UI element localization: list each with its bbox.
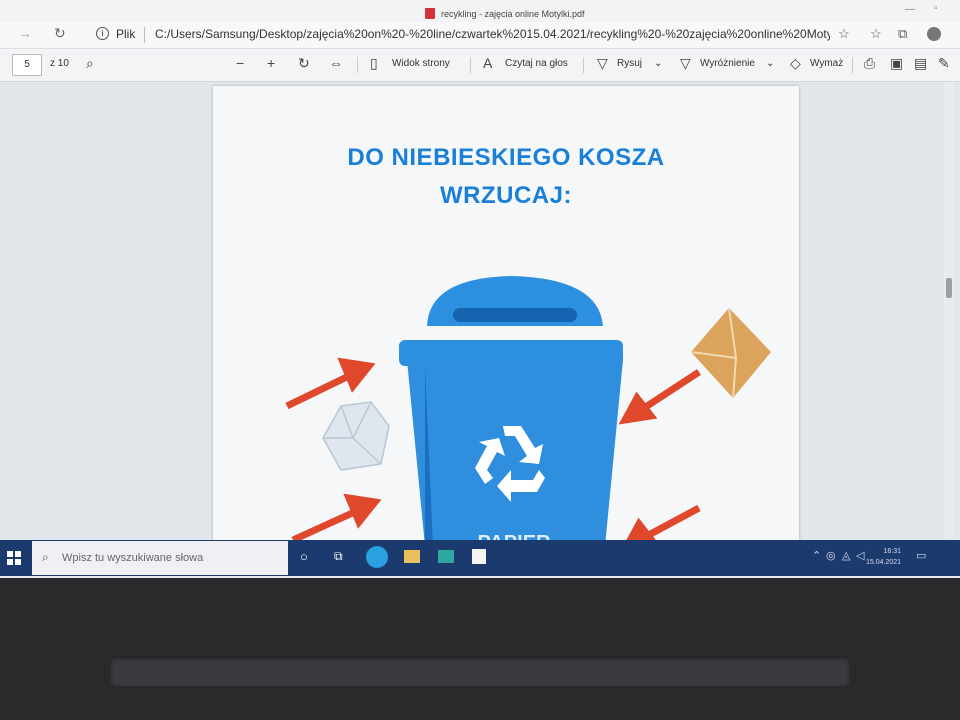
read-aloud-button[interactable]: Czytaj na głos — [505, 58, 568, 69]
pdf-viewer-area: DO NIEBIESKIEGO KOSZA WRZUCAJ: PAPIER — [0, 82, 960, 546]
read-aloud-icon: A — [483, 55, 493, 71]
save-as-icon[interactable]: ▤ — [914, 55, 927, 72]
file-explorer-icon[interactable] — [404, 550, 420, 563]
taskbar-clock[interactable]: 16:31 15.04.2021 — [866, 546, 901, 568]
task-view-icon[interactable]: ⧉ — [334, 549, 343, 564]
minimize-icon[interactable]: — — [905, 4, 915, 15]
laptop-hinge — [110, 656, 850, 686]
recycling-illustration — [285, 276, 771, 546]
pdf-toolbar: 5 z 10 ⌕ − + ↻ ⇔ ▯ Widok strony A Czytaj… — [0, 49, 960, 82]
page-number-input[interactable]: 5 — [12, 54, 42, 76]
rotate-icon[interactable]: ↻ — [298, 55, 310, 72]
draw-button[interactable]: Rysuj — [617, 58, 642, 69]
info-icon[interactable]: i — [96, 27, 109, 40]
arrow-icon — [291, 493, 382, 544]
back-icon[interactable]: → — [18, 25, 32, 41]
edge-icon[interactable] — [366, 546, 388, 568]
print-icon[interactable]: ⎙ — [864, 55, 875, 72]
zoom-out-icon[interactable]: − — [236, 55, 244, 71]
page-view-icon: ▯ — [370, 55, 378, 71]
windows-taskbar: ⌕ Wpisz tu wyszukiwane słowa ○ ⧉ ⌃ ◎ ◬ ◁… — [0, 540, 960, 576]
clock-date: 15.04.2021 — [866, 559, 902, 566]
envelope-icon — [690, 307, 771, 399]
tab-title: recykling - zajęcia online Motylki.pdf — [441, 8, 585, 19]
chevron-up-icon[interactable]: ⌃ — [812, 549, 821, 562]
pdf-page: DO NIEBIESKIEGO KOSZA WRZUCAJ: PAPIER — [213, 86, 799, 546]
recycle-bin-icon — [399, 276, 623, 546]
favorites-icon[interactable]: ☆ — [870, 26, 882, 42]
notifications-icon[interactable]: ▭ — [916, 549, 926, 562]
search-icon[interactable]: ⌕ — [86, 55, 94, 72]
pin-icon[interactable]: ✎ — [938, 55, 950, 72]
chevron-down-icon[interactable]: ⌄ — [654, 58, 662, 69]
fit-width-icon[interactable]: ⇔ — [329, 55, 343, 71]
windows-start-icon[interactable] — [7, 551, 21, 565]
crumpled-paper-icon — [322, 401, 390, 471]
url-field[interactable]: C:/Users/Samsung/Desktop/zajęcia%20on%20… — [155, 27, 830, 41]
chevron-down-icon[interactable]: ⌄ — [766, 58, 774, 69]
browser-title-bar: recykling - zajęcia online Motylki.pdf —… — [0, 0, 960, 22]
onedrive-icon[interactable]: ◎ — [826, 549, 836, 562]
toolbar-separator — [357, 57, 358, 73]
security-label: Plik — [116, 27, 136, 41]
profile-avatar[interactable] — [927, 27, 941, 41]
vertical-scrollbar[interactable] — [944, 82, 954, 538]
volume-icon[interactable]: ◁ — [856, 549, 864, 562]
highlight-icon: ▽ — [680, 55, 691, 71]
maximize-icon[interactable]: ▫ — [934, 3, 938, 14]
page-view-button[interactable]: Widok strony — [392, 58, 450, 69]
address-separator — [144, 27, 145, 43]
laptop-screen: recykling - zajęcia online Motylki.pdf —… — [0, 0, 960, 578]
page-total: z 10 — [50, 58, 69, 69]
toolbar-separator — [583, 57, 584, 73]
clock-time: 16:31 — [883, 548, 902, 555]
network-icon[interactable]: ◬ — [842, 549, 850, 562]
browser-tab[interactable]: recykling - zajęcia online Motylki.pdf — [425, 8, 585, 19]
toolbar-separator — [852, 57, 853, 73]
taskbar-search-placeholder: Wpisz tu wyszukiwane słowa — [62, 552, 204, 564]
save-icon[interactable]: ▣ — [890, 55, 903, 72]
search-icon: ⌕ — [42, 550, 49, 564]
draw-icon: ▽ — [597, 55, 608, 71]
cortana-icon[interactable]: ○ — [300, 549, 308, 564]
eraser-icon: ◇ — [790, 55, 801, 71]
zoom-in-icon[interactable]: + — [267, 55, 275, 71]
pdf-file-icon — [425, 8, 435, 19]
calendar-icon[interactable] — [472, 549, 486, 564]
mail-icon[interactable] — [438, 550, 454, 563]
address-bar: → ↻ i Plik C:/Users/Samsung/Desktop/zaję… — [0, 22, 960, 49]
erase-button[interactable]: Wymaż — [810, 58, 843, 69]
read-aloud-icon[interactable]: ☆ — [838, 26, 850, 42]
toolbar-separator — [470, 57, 471, 73]
refresh-icon[interactable]: ↻ — [54, 25, 66, 42]
arrow-icon — [618, 369, 701, 425]
scrollbar-thumb[interactable] — [946, 278, 952, 298]
arrow-icon — [285, 357, 376, 410]
taskbar-search-box[interactable]: ⌕ Wpisz tu wyszukiwane słowa — [32, 541, 288, 575]
collections-icon[interactable]: ⧉ — [898, 26, 907, 42]
highlight-button[interactable]: Wyróżnienie — [700, 58, 755, 69]
